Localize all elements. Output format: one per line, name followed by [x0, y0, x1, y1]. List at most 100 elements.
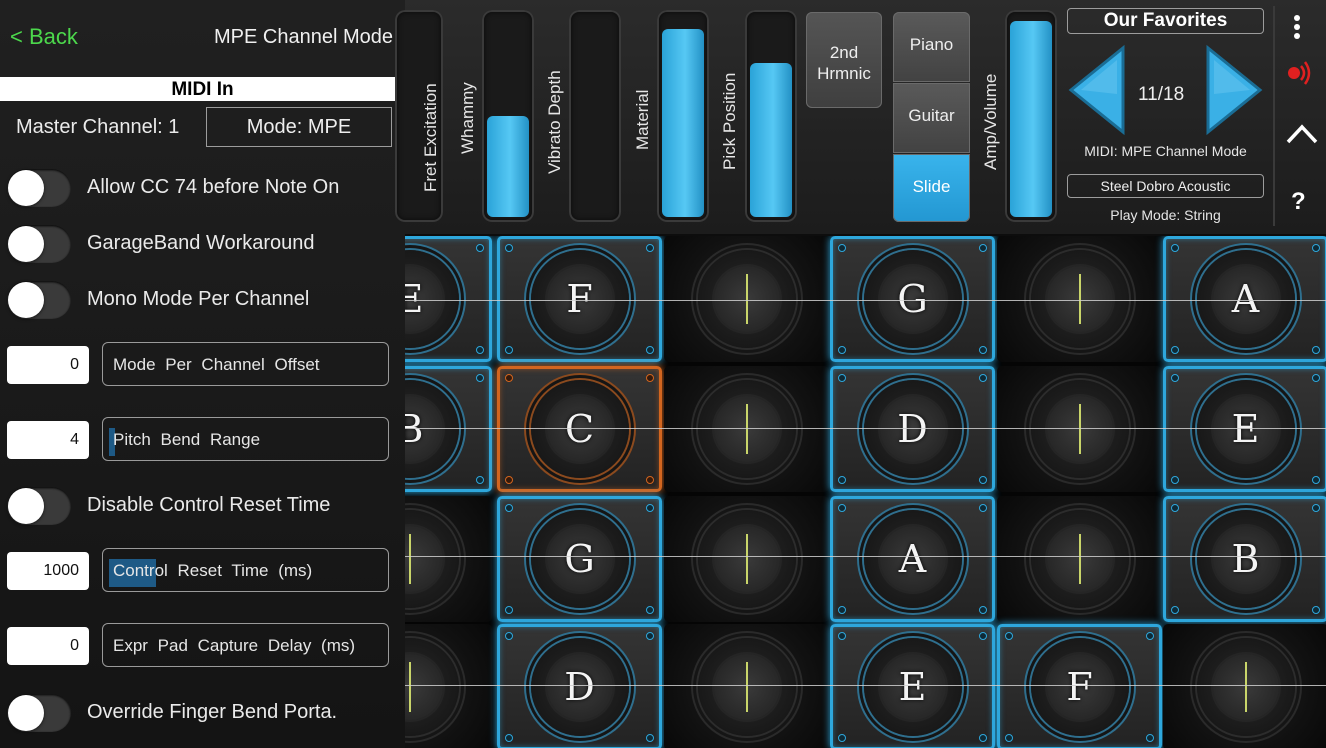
amp-volume-slider[interactable]	[1005, 10, 1057, 222]
pad-note-label: E	[405, 277, 424, 321]
second-harmonic-button[interactable]: 2nd Hrmnic	[806, 12, 882, 108]
pad-b[interactable]: B	[1163, 496, 1326, 622]
slider-label: Fret Excitation	[421, 83, 440, 192]
vibrato-depth-slider[interactable]	[569, 10, 621, 222]
pad-empty[interactable]	[997, 366, 1162, 492]
screw-icon	[1312, 476, 1320, 484]
screw-icon	[979, 346, 987, 354]
more-vertical-icon[interactable]	[1291, 14, 1303, 40]
screw-icon	[1146, 632, 1154, 640]
pad-g[interactable]: G	[497, 496, 662, 622]
pad-d[interactable]: D	[497, 624, 662, 748]
help-icon[interactable]: ?	[1291, 188, 1306, 216]
string-line	[405, 556, 1326, 557]
screw-icon	[1312, 374, 1320, 382]
midi-activity-icon[interactable]	[1285, 60, 1313, 86]
pad-marker	[745, 662, 748, 712]
override-finger-bend-toggle[interactable]	[7, 694, 71, 732]
pitch-bend-value[interactable]: 4	[7, 421, 89, 459]
pad-f[interactable]: F	[497, 236, 662, 362]
pad-empty[interactable]	[997, 236, 1162, 362]
screw-icon	[838, 632, 846, 640]
reset-time-slider[interactable]: Control Reset Time (ms)	[102, 548, 389, 592]
pad-empty[interactable]	[405, 496, 492, 622]
screw-icon	[838, 374, 846, 382]
pad-note-label: C	[564, 407, 595, 451]
chevron-up-icon[interactable]	[1285, 122, 1319, 146]
screw-icon	[1005, 632, 1013, 640]
slide-segment[interactable]: Slide	[893, 154, 970, 222]
toggle-label: Override Finger Bend Porta.	[87, 701, 338, 723]
pad-empty[interactable]	[664, 366, 829, 492]
screw-icon	[1312, 244, 1320, 252]
pad-empty[interactable]	[997, 496, 1162, 622]
piano-segment[interactable]: Piano	[893, 12, 970, 82]
pad-b[interactable]: B	[405, 366, 492, 492]
pad-e[interactable]: E	[405, 236, 492, 362]
pad-marker	[408, 534, 411, 584]
pad-grid[interactable]: E F G A B C D E G A B D E F	[405, 236, 1326, 748]
pad-ring	[405, 510, 459, 608]
pad-empty[interactable]	[1163, 624, 1326, 748]
pad-e[interactable]: E	[830, 624, 995, 748]
reset-time-value[interactable]: 1000	[7, 552, 89, 590]
screw-icon	[505, 244, 513, 252]
screw-icon	[838, 244, 846, 252]
pad-marker	[1078, 404, 1081, 454]
capture-delay-slider[interactable]: Expr Pad Capture Delay (ms)	[102, 623, 389, 667]
pitch-bend-slider[interactable]: Pitch Bend Range	[102, 417, 389, 461]
screw-icon	[838, 734, 846, 742]
slider-label: Expr Pad Capture Delay (ms)	[113, 636, 356, 655]
pad-a[interactable]: A	[1163, 236, 1326, 362]
screw-icon	[646, 244, 654, 252]
screw-icon	[505, 346, 513, 354]
disable-reset-toggle[interactable]	[7, 487, 71, 525]
guitar-segment[interactable]: Guitar	[893, 83, 970, 153]
whammy-slider[interactable]	[482, 10, 534, 222]
pad-d[interactable]: D	[830, 366, 995, 492]
settings-panel: < Back MPE Channel Mode MIDI In Master C…	[0, 0, 405, 748]
screw-icon	[505, 476, 513, 484]
pad-g[interactable]: G	[830, 236, 995, 362]
pad-e[interactable]: E	[1163, 366, 1326, 492]
material-slider[interactable]	[657, 10, 709, 222]
screw-icon	[505, 504, 513, 512]
screw-icon	[1312, 504, 1320, 512]
pad-empty[interactable]	[664, 496, 829, 622]
next-preset-icon[interactable]	[1204, 44, 1264, 138]
screw-icon	[505, 734, 513, 742]
mode-button[interactable]: Mode: MPE	[206, 107, 392, 147]
back-button[interactable]: < Back	[10, 24, 78, 50]
section-header: MIDI In	[0, 77, 405, 101]
previous-preset-icon[interactable]	[1067, 44, 1127, 138]
pad-note-label: G	[897, 277, 928, 321]
pad-empty[interactable]	[405, 624, 492, 748]
allow-cc74-toggle[interactable]	[7, 169, 71, 207]
screw-icon	[1171, 374, 1179, 382]
pad-empty[interactable]	[664, 236, 829, 362]
toggle-row: Override Finger Bend Porta.	[0, 694, 405, 734]
screw-icon	[1171, 346, 1179, 354]
screw-icon	[646, 734, 654, 742]
pad-a[interactable]: A	[830, 496, 995, 622]
toggle-knob	[8, 226, 44, 262]
pad-marker	[1078, 274, 1081, 324]
divider	[1273, 6, 1275, 226]
slider-label: Control Reset Time (ms)	[113, 561, 313, 580]
preset-name[interactable]: Steel Dobro Acoustic	[1067, 174, 1264, 198]
pad-empty[interactable]	[664, 624, 829, 748]
screw-icon	[505, 374, 513, 382]
screw-icon	[1312, 346, 1320, 354]
capture-delay-value[interactable]: 0	[7, 627, 89, 665]
mode-offset-slider[interactable]: Mode Per Channel Offset	[102, 342, 389, 386]
screw-icon	[1171, 244, 1179, 252]
mono-mode-toggle[interactable]	[7, 281, 71, 319]
mode-offset-value[interactable]: 0	[7, 346, 89, 384]
pick-position-slider[interactable]	[745, 10, 797, 222]
pad-note-label: G	[564, 537, 595, 581]
favorites-title[interactable]: Our Favorites	[1067, 8, 1264, 34]
garageband-workaround-toggle[interactable]	[7, 225, 71, 263]
pad-f[interactable]: F	[997, 624, 1162, 748]
pad-c[interactable]: C	[497, 366, 662, 492]
string-line	[405, 428, 1326, 429]
